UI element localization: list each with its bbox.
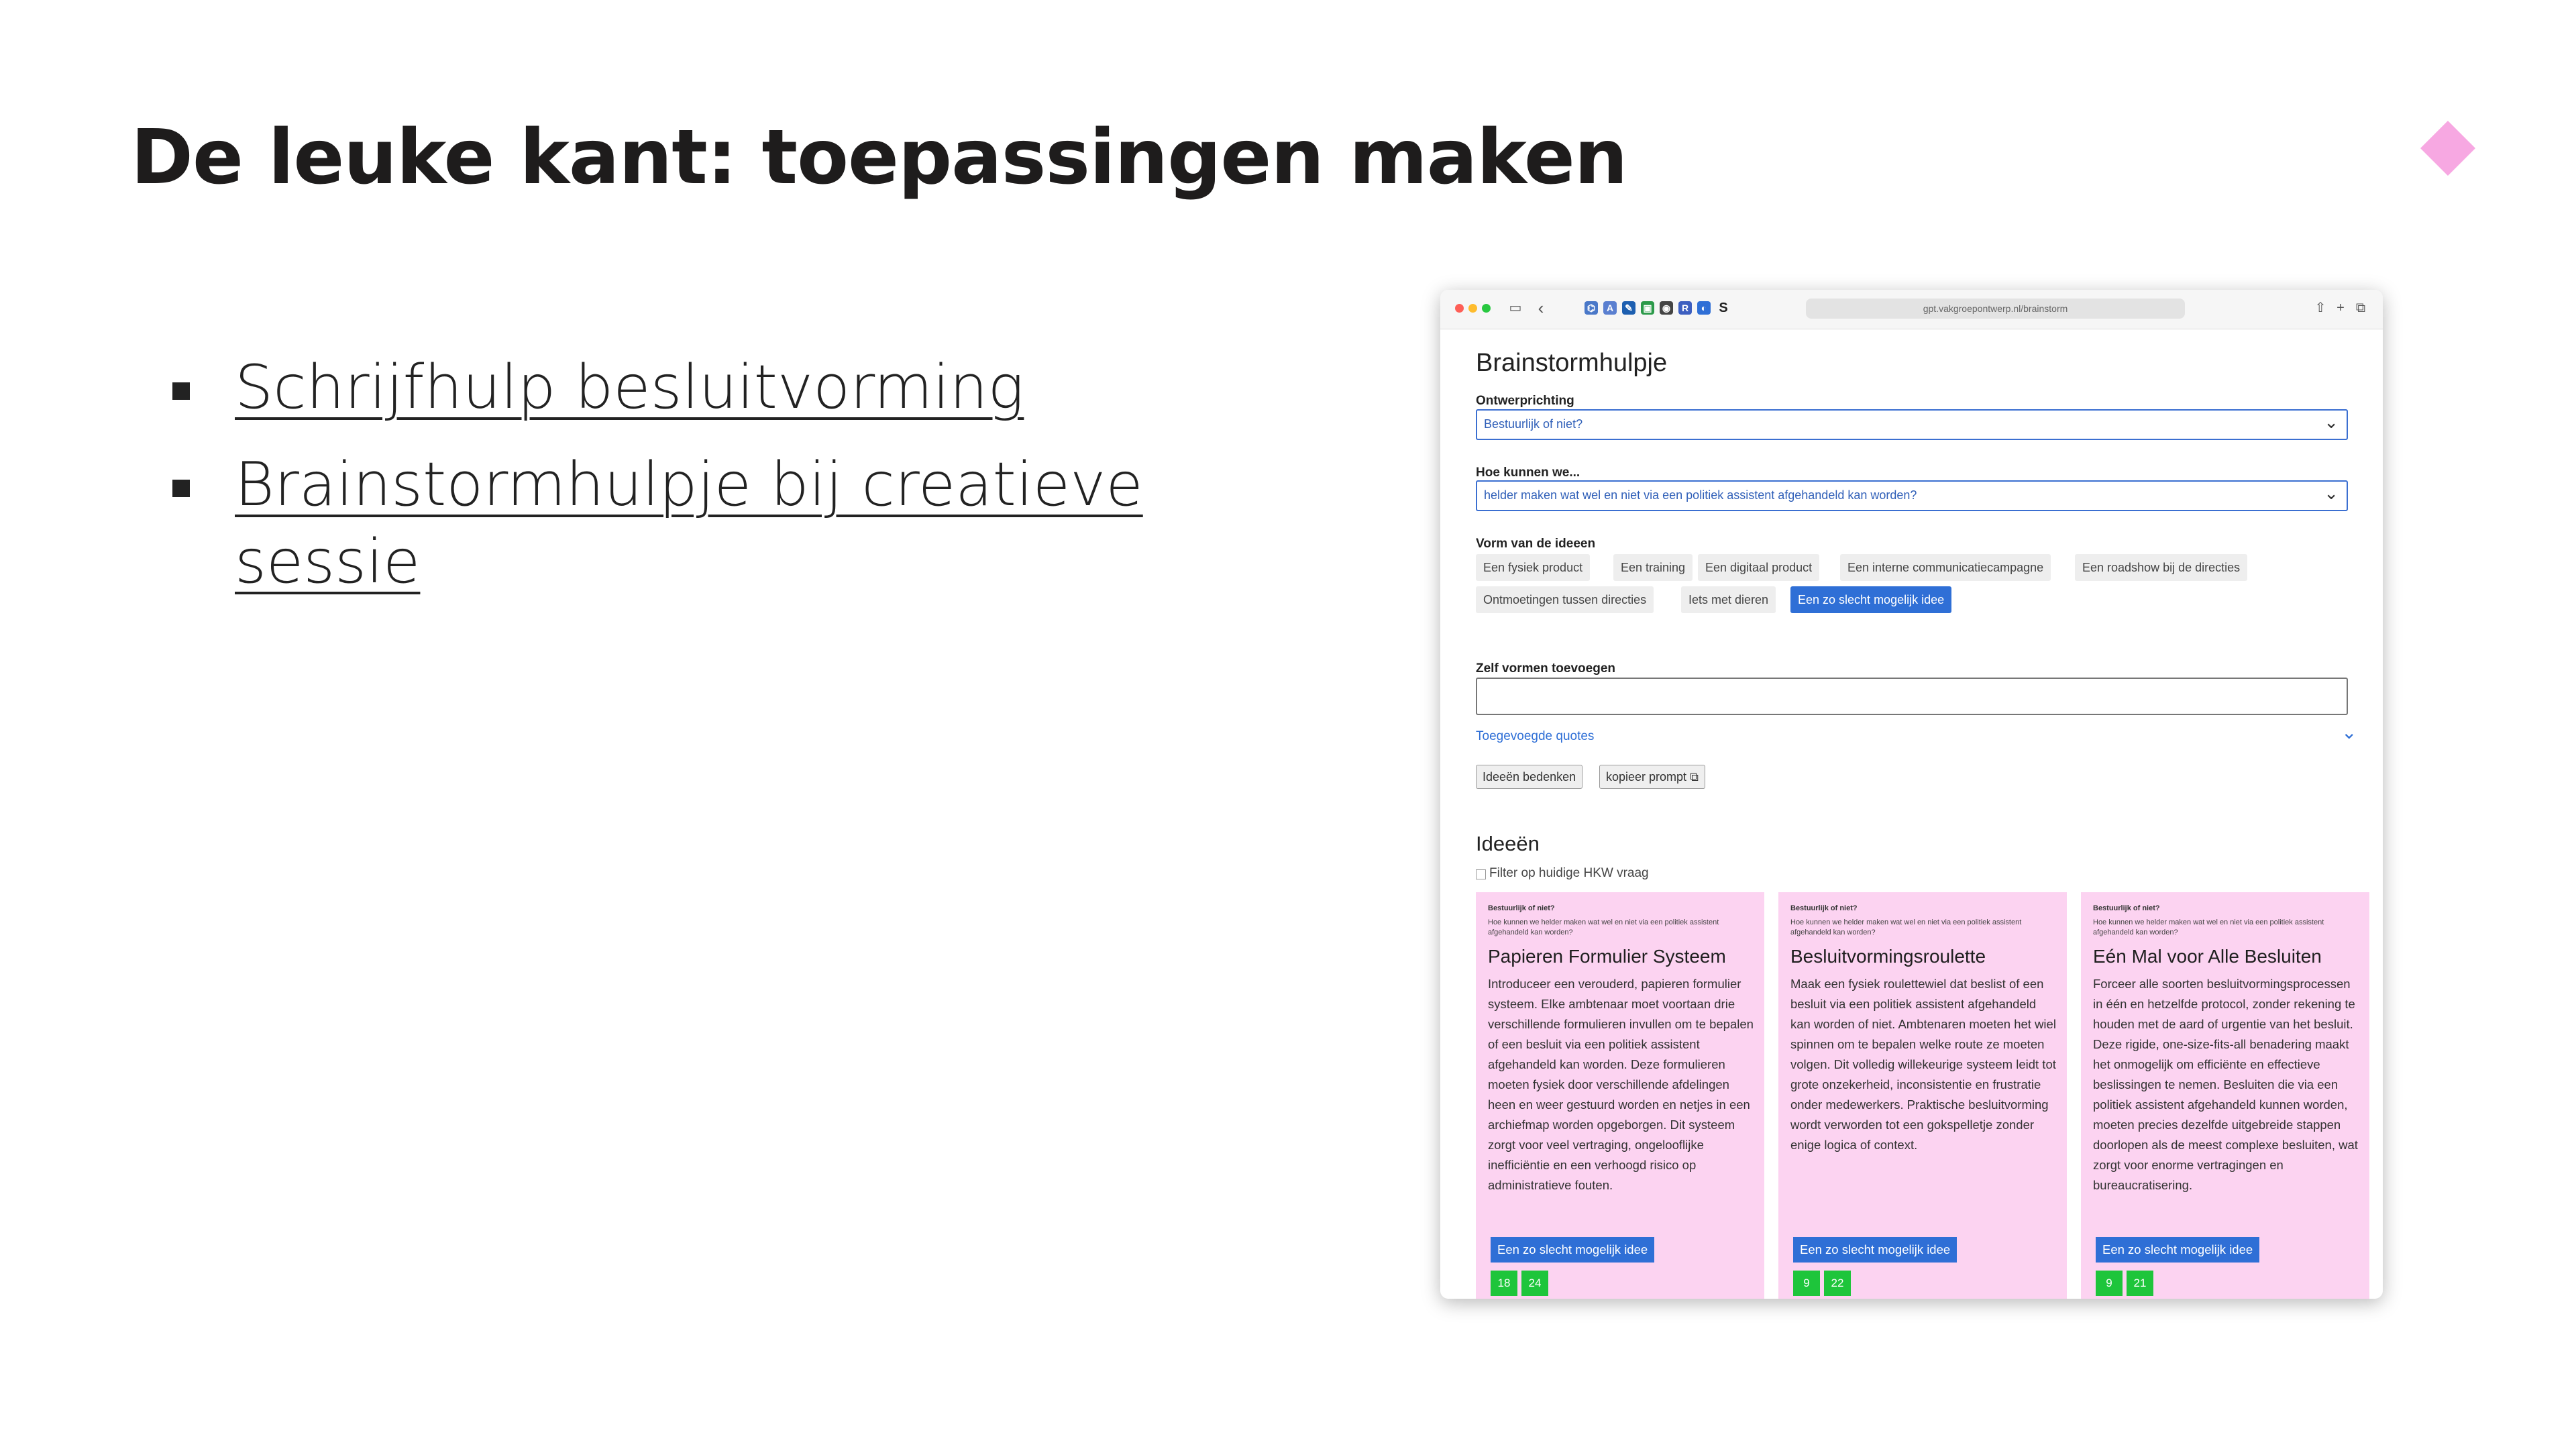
- idea-card: Bestuurlijk of niet? Hoe kunnen we helde…: [2081, 892, 2369, 1299]
- hkw-value: helder maken wat wel en niet via een pol…: [1484, 488, 1917, 502]
- zoom-window-icon[interactable]: [1482, 304, 1491, 313]
- address-bar[interactable]: gpt.vakgroepontwerp.nl/brainstorm: [1806, 299, 2185, 319]
- card-direction: Bestuurlijk of niet?: [1790, 904, 1858, 912]
- form-chip[interactable]: Een training: [1613, 554, 1693, 581]
- card-body: Introduceer een verouderd, papieren form…: [1488, 977, 1754, 1192]
- vote-badge[interactable]: 22: [1824, 1271, 1851, 1296]
- direction-select[interactable]: Bestuurlijk of niet? ⌄: [1476, 409, 2348, 440]
- bullet-square-icon: [172, 480, 190, 497]
- card-question: Hoe kunnen we helder maken wat wel en ni…: [1488, 918, 1719, 936]
- card-title: Papieren Formulier Systeem: [1488, 946, 1726, 967]
- extension-icon[interactable]: ◉: [1660, 301, 1673, 315]
- close-window-icon[interactable]: [1455, 304, 1464, 313]
- chevron-down-icon[interactable]: ⌄: [2341, 721, 2357, 743]
- hkw-select[interactable]: helder maken wat wel en niet via een pol…: [1476, 480, 2348, 511]
- address-url: gpt.vakgroepontwerp.nl/brainstorm: [1923, 303, 2068, 314]
- card-title: Besluitvormingsroulette: [1790, 946, 1986, 967]
- card-title: Eén Mal voor Alle Besluiten: [2093, 946, 2322, 967]
- copy-prompt-button[interactable]: kopieer prompt ⧉: [1599, 765, 1705, 789]
- copy-prompt-label: kopieer prompt: [1606, 770, 1687, 784]
- card-tag-button[interactable]: Een zo slecht mogelijk idee: [1491, 1237, 1655, 1263]
- extension-icon[interactable]: ▣: [1641, 301, 1654, 315]
- vote-badge[interactable]: 18: [1491, 1271, 1517, 1296]
- back-icon[interactable]: ‹: [1533, 299, 1549, 317]
- clipboard-icon: ⧉: [1690, 770, 1699, 784]
- forms-label: Vorm van de ideeen: [1476, 537, 1596, 551]
- extension-icon[interactable]: R: [1678, 301, 1692, 315]
- slide-title: De leuke kant: toepassingen maken: [131, 114, 1628, 201]
- bullet-list: Schrijfhulp besluitvorming Brainstormhul…: [171, 349, 1191, 621]
- direction-label: Ontwerprichting: [1476, 394, 1574, 408]
- extension-icon[interactable]: ◐: [1697, 301, 1711, 315]
- form-chip[interactable]: Een interne communicatiecampagne: [1840, 554, 2051, 581]
- browser-window: ▭ ‹ ⌬ A ✎ ▣ ◉ R ◐ S gpt.vakgroepontwerp.…: [1440, 290, 2383, 1299]
- link-schrijfhulp[interactable]: Schrijfhulp besluitvorming: [235, 352, 1024, 423]
- bullet-item: Brainstormhulpje bij creatieve sessie: [171, 446, 1191, 600]
- diamond-decoration-icon: [2420, 120, 2476, 176]
- extension-icon[interactable]: ✎: [1622, 301, 1635, 315]
- form-chip[interactable]: Een digitaal product: [1698, 554, 1820, 581]
- vote-badge[interactable]: 21: [2127, 1271, 2153, 1296]
- link-brainstormhulpje[interactable]: Brainstormhulpje bij creatieve sessie: [235, 449, 1143, 597]
- idea-card: Bestuurlijk of niet? Hoe kunnen we helde…: [1778, 892, 2067, 1299]
- direction-value: Bestuurlijk of niet?: [1484, 417, 1583, 431]
- card-tag-button[interactable]: Een zo slecht mogelijk idee: [2096, 1237, 2260, 1263]
- extension-icon[interactable]: ⌬: [1585, 301, 1598, 315]
- idea-card: Bestuurlijk of niet? Hoe kunnen we helde…: [1476, 892, 1764, 1299]
- bullet-item: Schrijfhulp besluitvorming: [171, 349, 1191, 426]
- form-chip[interactable]: Een roadshow bij de directies: [2075, 554, 2248, 581]
- hkw-label: Hoe kunnen we...: [1476, 466, 1580, 480]
- custom-forms-input[interactable]: [1476, 678, 2348, 715]
- extension-icon[interactable]: S: [1715, 300, 1731, 316]
- vote-badge[interactable]: 9: [2096, 1271, 2123, 1296]
- form-chip[interactable]: Een fysiek product: [1476, 554, 1591, 581]
- minimize-window-icon[interactable]: [1468, 304, 1477, 313]
- ideas-button[interactable]: Ideeën bedenken: [1476, 765, 1583, 789]
- quotes-toggle-link[interactable]: Toegevoegde quotes: [1476, 729, 1594, 744]
- tabs-icon[interactable]: ⧉: [2353, 300, 2369, 316]
- sidebar-icon[interactable]: ▭: [1507, 300, 1523, 316]
- form-chip[interactable]: Iets met dieren: [1681, 586, 1776, 613]
- browser-toolbar: ▭ ‹ ⌬ A ✎ ▣ ◉ R ◐ S gpt.vakgroepontwerp.…: [1440, 290, 2383, 329]
- filter-checkbox[interactable]: [1476, 869, 1486, 879]
- card-question: Hoe kunnen we helder maken wat wel en ni…: [1790, 918, 2022, 936]
- card-question: Hoe kunnen we helder maken wat wel en ni…: [2093, 918, 2324, 936]
- bullet-square-icon: [172, 382, 190, 400]
- form-chip[interactable]: Ontmoetingen tussen directies: [1476, 586, 1654, 613]
- ideas-title: Ideeën: [1476, 832, 1540, 855]
- extension-icon[interactable]: A: [1603, 301, 1617, 315]
- card-body: Maak een fysiek roulettewiel dat beslist…: [1790, 977, 2056, 1152]
- vote-badge[interactable]: 9: [1793, 1271, 1820, 1296]
- new-tab-icon[interactable]: +: [2332, 300, 2349, 316]
- card-direction: Bestuurlijk of niet?: [2093, 904, 2160, 912]
- form-chip-selected[interactable]: Een zo slecht mogelijk idee: [1790, 586, 1952, 613]
- app-title: Brainstormhulpje: [1476, 349, 1668, 377]
- chevron-down-icon: ⌄: [2324, 483, 2339, 503]
- card-body: Forceer alle soorten besluitvormingsproc…: [2093, 977, 2358, 1192]
- share-icon[interactable]: ⇧: [2312, 300, 2328, 316]
- vote-badge[interactable]: 24: [1521, 1271, 1548, 1296]
- card-direction: Bestuurlijk of niet?: [1488, 904, 1555, 912]
- card-tag-button[interactable]: Een zo slecht mogelijk idee: [1793, 1237, 1957, 1263]
- filter-label: Filter op huidige HKW vraag: [1489, 866, 1649, 880]
- chevron-down-icon: ⌄: [2324, 412, 2339, 432]
- custom-forms-label: Zelf vormen toevoegen: [1476, 661, 1615, 676]
